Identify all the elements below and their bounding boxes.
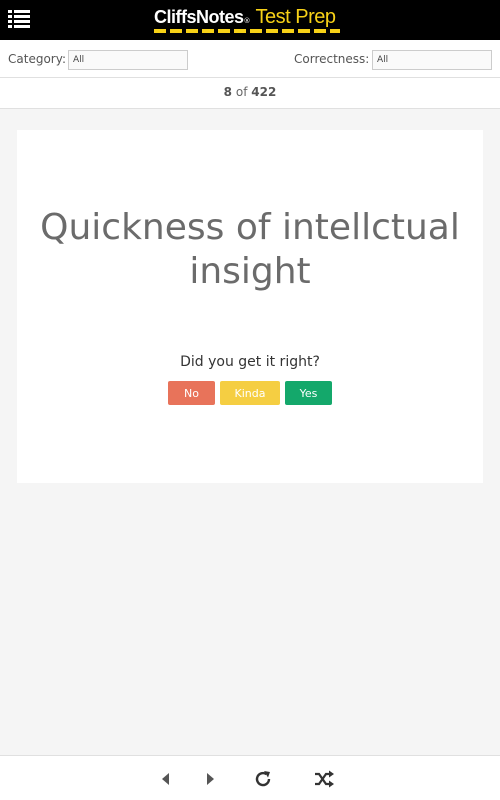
total-card-count: 422	[251, 85, 277, 99]
hamburger-list-icon	[8, 10, 30, 28]
category-label: Category:	[8, 52, 66, 66]
reload-icon	[255, 771, 271, 787]
brand-primary: CliffsNotes	[154, 7, 244, 27]
shuffle-icon	[315, 770, 334, 788]
brand-registered-mark: ®	[243, 17, 251, 25]
answer-buttons: No Kinda Yes	[17, 381, 483, 405]
next-icon	[207, 773, 214, 785]
brand-stripe	[154, 29, 340, 33]
correctness-label: Correctness:	[294, 52, 370, 66]
category-select[interactable]: All	[68, 50, 188, 70]
next-button[interactable]	[199, 768, 221, 790]
previous-icon	[162, 773, 169, 785]
no-button[interactable]: No	[168, 381, 215, 405]
reload-button[interactable]	[252, 768, 274, 790]
yes-button[interactable]: Yes	[285, 381, 332, 405]
counter-of: of	[235, 85, 248, 99]
card-term: Quickness of intellctual insight	[40, 207, 460, 292]
shuffle-button[interactable]	[313, 768, 335, 790]
flashcard[interactable]: Quickness of intellctual insight Did you…	[17, 130, 483, 483]
filter-bar: Category: All Correctness: All	[0, 40, 500, 78]
bottom-toolbar	[0, 755, 500, 800]
brand-secondary: Test Prep	[255, 6, 336, 28]
correctness-select[interactable]: All	[372, 50, 492, 70]
previous-button[interactable]	[155, 768, 177, 790]
card-counter: 8 of 422	[0, 78, 500, 109]
kinda-button[interactable]: Kinda	[220, 381, 280, 405]
menu-button[interactable]	[8, 9, 30, 29]
self-assessment-question: Did you get it right?	[180, 354, 320, 370]
correctness-select-value: All	[377, 55, 389, 65]
category-select-value: All	[73, 55, 85, 65]
current-card-number: 8	[223, 85, 233, 99]
app-header: CliffsNotes ® Test Prep	[0, 0, 500, 40]
